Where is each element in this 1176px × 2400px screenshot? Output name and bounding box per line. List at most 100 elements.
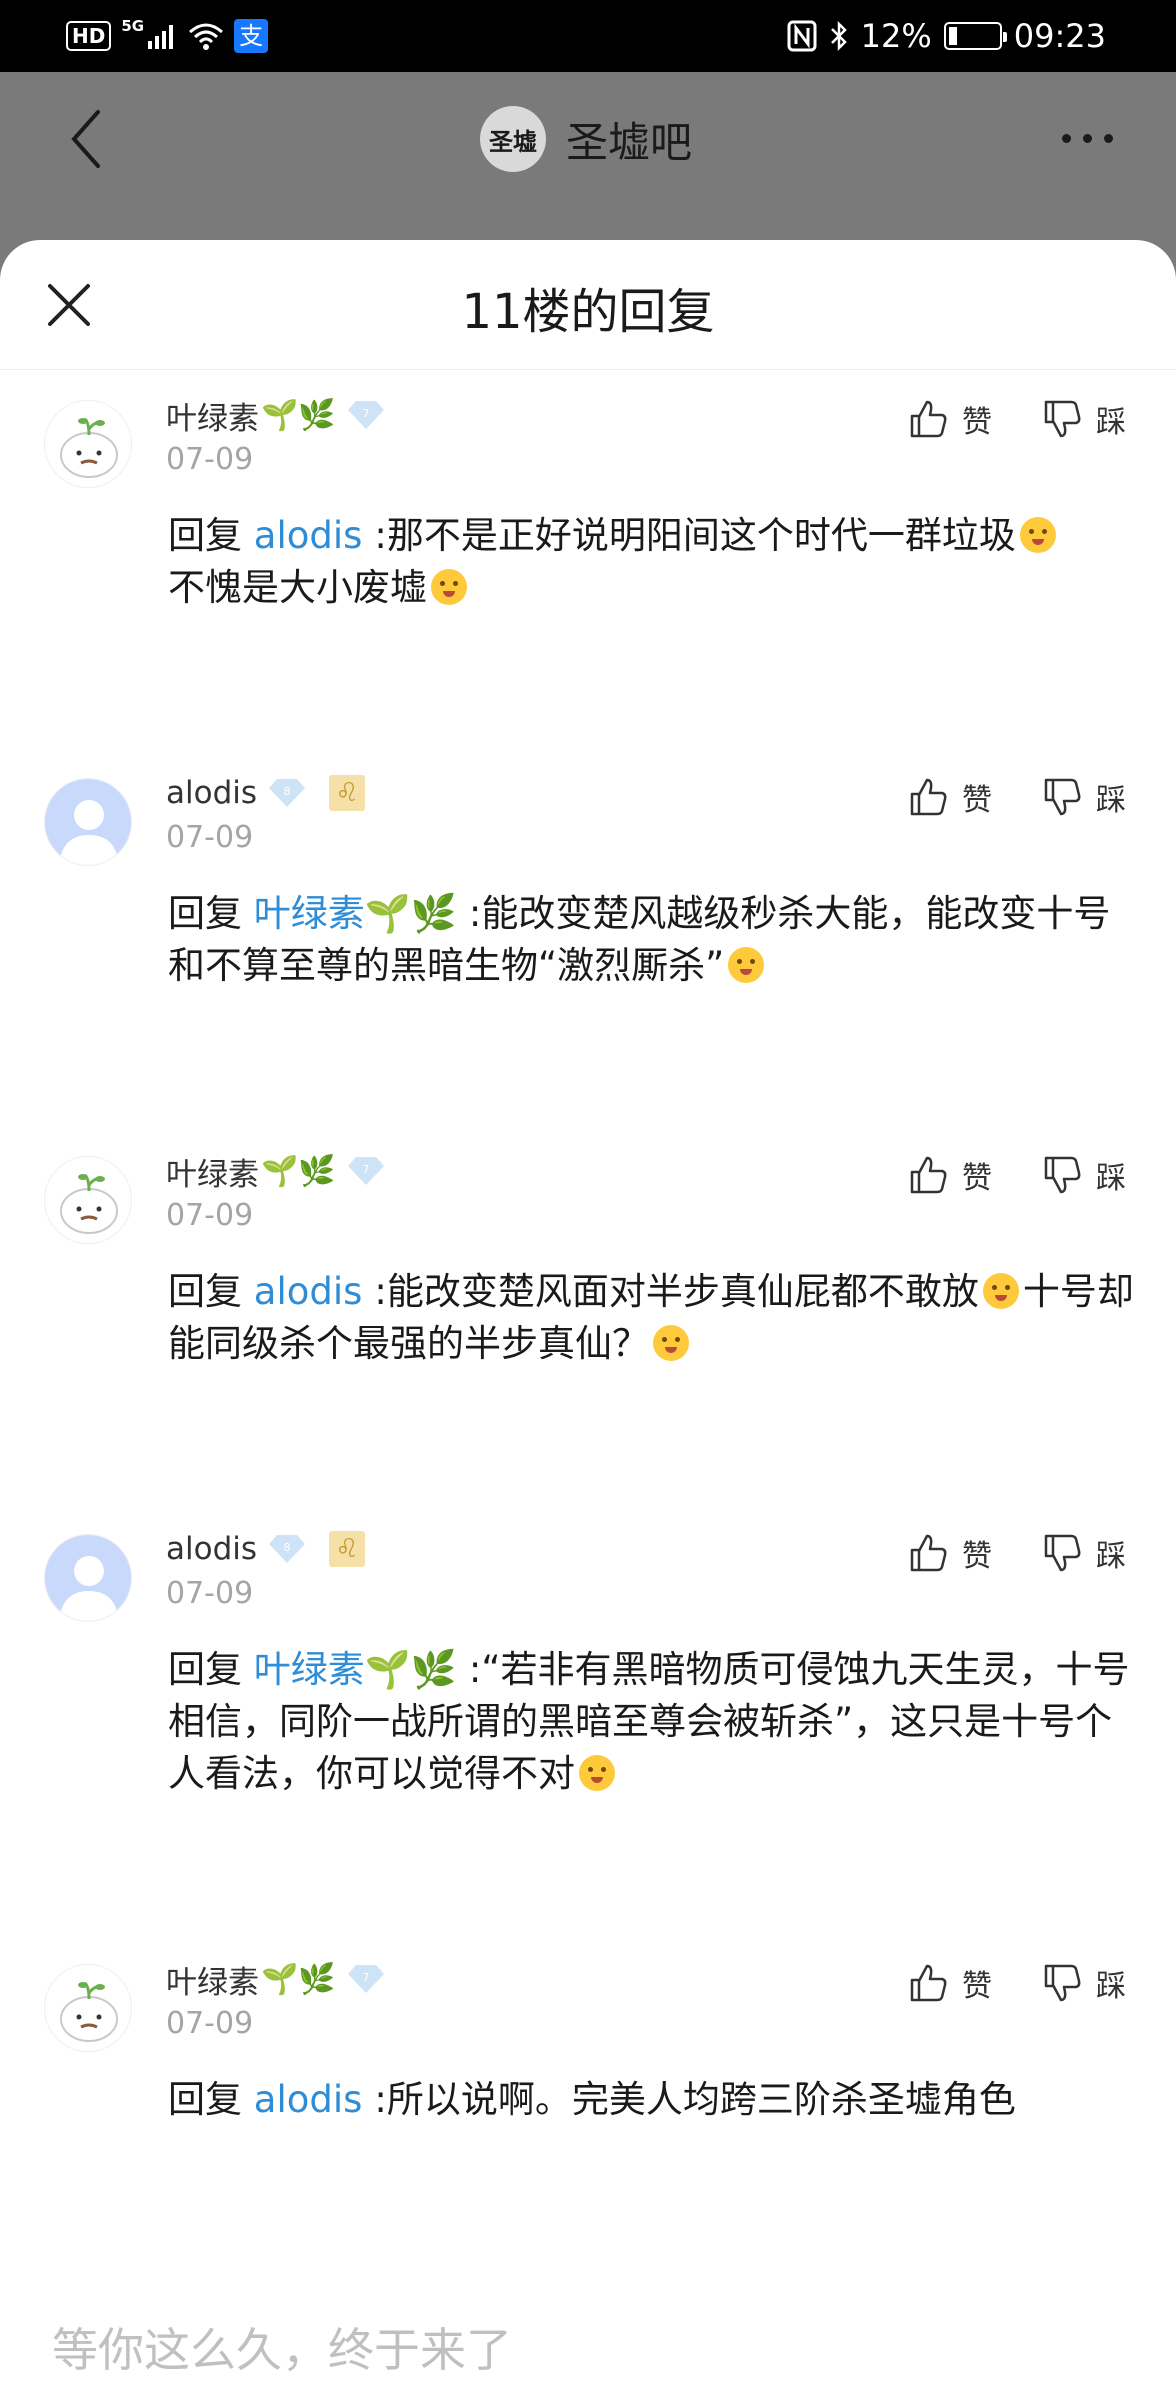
back-arrow-icon[interactable] — [66, 106, 106, 172]
level-badge-icon: 8 — [269, 1535, 306, 1563]
dislike-button[interactable]: 踩 — [1042, 772, 1126, 822]
sheet-header: 11楼的回复 — [0, 240, 1176, 370]
avatar[interactable] — [44, 1156, 132, 1244]
emoji-icon — [1019, 517, 1056, 553]
status-left: HD 5G 支 — [66, 16, 269, 56]
alipay-icon: 支 — [234, 19, 269, 53]
clock: 09:23 — [1013, 17, 1106, 55]
default-avatar-icon — [45, 779, 131, 865]
dislike-button[interactable]: 踩 — [1042, 1528, 1126, 1578]
mention-link[interactable]: alodis — [254, 514, 363, 557]
username-emoji: 🌱🌿 — [261, 397, 336, 433]
reply-text: :能改变楚风面对半步真仙屁都不敢放 — [374, 1270, 979, 1313]
thumbs-up-icon — [910, 1964, 947, 2002]
more-options-icon[interactable] — [1062, 134, 1113, 143]
forum-title[interactable]: 圣墟 圣墟吧 — [480, 102, 692, 176]
avatar[interactable] — [44, 1534, 132, 1622]
emoji-icon — [431, 569, 467, 605]
username-text: alodis — [166, 1531, 258, 1567]
dislike-label: 踩 — [1096, 1161, 1126, 1196]
reply-item: 叶绿素 🌱🌿 7 07-09 赞 踩 回复 alodis:能改变楚风面对半步真仙… — [0, 1126, 1176, 1476]
level-number: 8 — [284, 785, 291, 798]
reply-content: 回复 叶绿素🌱🌿:“若非有黑暗物质可侵蚀九天生灵，十号相信，同阶一战所谓的黑暗至… — [168, 1644, 1138, 1800]
like-button[interactable]: 赞 — [908, 1528, 992, 1578]
reply-date: 07-09 — [166, 1576, 254, 1611]
reply-input-bar[interactable]: 等你这么久，终于来了 — [0, 2250, 1176, 2400]
like-label: 赞 — [962, 1161, 992, 1196]
thumbs-up-icon — [910, 778, 947, 816]
battery-icon — [943, 22, 1007, 50]
level-badge-icon: 7 — [347, 401, 384, 429]
username-emoji: 🌱🌿 — [261, 1153, 336, 1189]
avatar[interactable] — [44, 1964, 132, 2052]
level-badge-icon: 8 — [269, 779, 306, 807]
mention-link[interactable]: alodis — [254, 1270, 363, 1313]
dislike-label: 踩 — [1096, 1539, 1126, 1574]
thumbs-up-icon — [910, 1156, 947, 1194]
like-button[interactable]: 赞 — [908, 772, 992, 822]
dislike-label: 踩 — [1096, 1969, 1126, 2004]
reply-text: :所以说啊。完美人均跨三阶杀圣墟角色 — [374, 2078, 1016, 2121]
avatar[interactable] — [44, 778, 132, 866]
mention-link[interactable]: 叶绿素🌱🌿 — [254, 892, 457, 935]
level-number: 7 — [362, 407, 369, 420]
reply-item: 叶绿素 🌱🌿 7 07-09 赞 踩 回复 alodis:所以说啊。完美人均跨三… — [0, 1934, 1176, 2234]
like-label: 赞 — [962, 1969, 992, 2004]
username[interactable]: 叶绿素 🌱🌿 7 — [166, 1956, 386, 2002]
username[interactable]: alodis 8 ♌ — [166, 770, 366, 816]
avatar[interactable] — [44, 400, 132, 488]
level-badge-icon: 7 — [347, 1157, 384, 1185]
username-text: 叶绿素 — [166, 1156, 259, 1193]
reply-text-2: 不愧是大小废墟 — [168, 566, 427, 609]
thumbs-down-icon — [1044, 1534, 1081, 1572]
default-avatar-icon — [45, 1535, 131, 1621]
username[interactable]: 叶绿素 🌱🌿 7 — [166, 1148, 386, 1194]
reply-prefix: 回复 — [168, 892, 242, 935]
like-button[interactable]: 赞 — [908, 1958, 992, 2008]
dislike-label: 踩 — [1096, 405, 1126, 440]
dislike-button[interactable]: 踩 — [1042, 1150, 1126, 1200]
level-number: 7 — [362, 1163, 369, 1176]
reply-item: 叶绿素 🌱🌿 7 07-09 赞 踩 回复 alodis:那不是正好说明阳间这个… — [0, 370, 1176, 720]
emoji-icon — [982, 1273, 1019, 1309]
username[interactable]: alodis 8 ♌ — [166, 1526, 366, 1572]
reply-input-placeholder[interactable]: 等你这么久，终于来了 — [52, 2314, 512, 2380]
reply-text: :那不是正好说明阳间这个时代一群垃圾 — [374, 514, 1016, 557]
status-right: 12% 09:23 — [787, 16, 1106, 56]
reply-prefix: 回复 — [168, 2078, 242, 2121]
emoji-icon — [728, 947, 765, 983]
forum-name: 圣墟吧 — [566, 117, 693, 167]
like-button[interactable]: 赞 — [908, 394, 992, 444]
reply-content: 回复 alodis:那不是正好说明阳间这个时代一群垃圾 不愧是大小废墟 — [168, 510, 1138, 614]
nfc-icon — [787, 20, 817, 52]
dislike-button[interactable]: 踩 — [1042, 1958, 1126, 2008]
signal-icon — [148, 25, 174, 49]
dislike-label: 踩 — [1096, 783, 1126, 818]
emoji-icon — [653, 1325, 689, 1361]
thumbs-down-icon — [1044, 1156, 1081, 1194]
forum-logo: 圣墟 — [480, 106, 546, 172]
battery-percent: 12% — [860, 17, 932, 55]
like-label: 赞 — [962, 783, 992, 818]
like-button[interactable]: 赞 — [908, 1150, 992, 1200]
reply-content: 回复 alodis:能改变楚风面对半步真仙屁都不敢放 十号却能同级杀个最强的半步真… — [168, 1266, 1138, 1370]
thumbs-up-icon — [910, 400, 947, 438]
username-text: alodis — [166, 775, 258, 811]
reply-date: 07-09 — [166, 820, 254, 855]
username-emoji: 🌱🌿 — [261, 1961, 336, 1997]
dislike-button[interactable]: 踩 — [1042, 394, 1126, 444]
reply-item: alodis 8 ♌ 07-09 赞 踩 回复 叶绿素🌱🌿:能改变楚风越级秒杀大… — [0, 748, 1176, 1098]
thumbs-down-icon — [1044, 1964, 1081, 2002]
level-number: 7 — [362, 1971, 369, 1984]
username[interactable]: 叶绿素 🌱🌿 7 — [166, 392, 386, 438]
level-number: 8 — [284, 1541, 291, 1554]
mention-link[interactable]: alodis — [254, 2078, 363, 2121]
bun-avatar-icon — [45, 1157, 131, 1243]
reply-prefix: 回复 — [168, 1648, 242, 1691]
status-bar: HD 5G 支 12% 09:23 — [0, 0, 1176, 72]
reply-date: 07-09 — [166, 442, 254, 477]
mention-link[interactable]: 叶绿素🌱🌿 — [254, 1648, 457, 1691]
bun-avatar-icon — [45, 1965, 131, 2051]
leo-zodiac-icon: ♌ — [329, 775, 366, 811]
bun-avatar-icon — [45, 401, 131, 487]
